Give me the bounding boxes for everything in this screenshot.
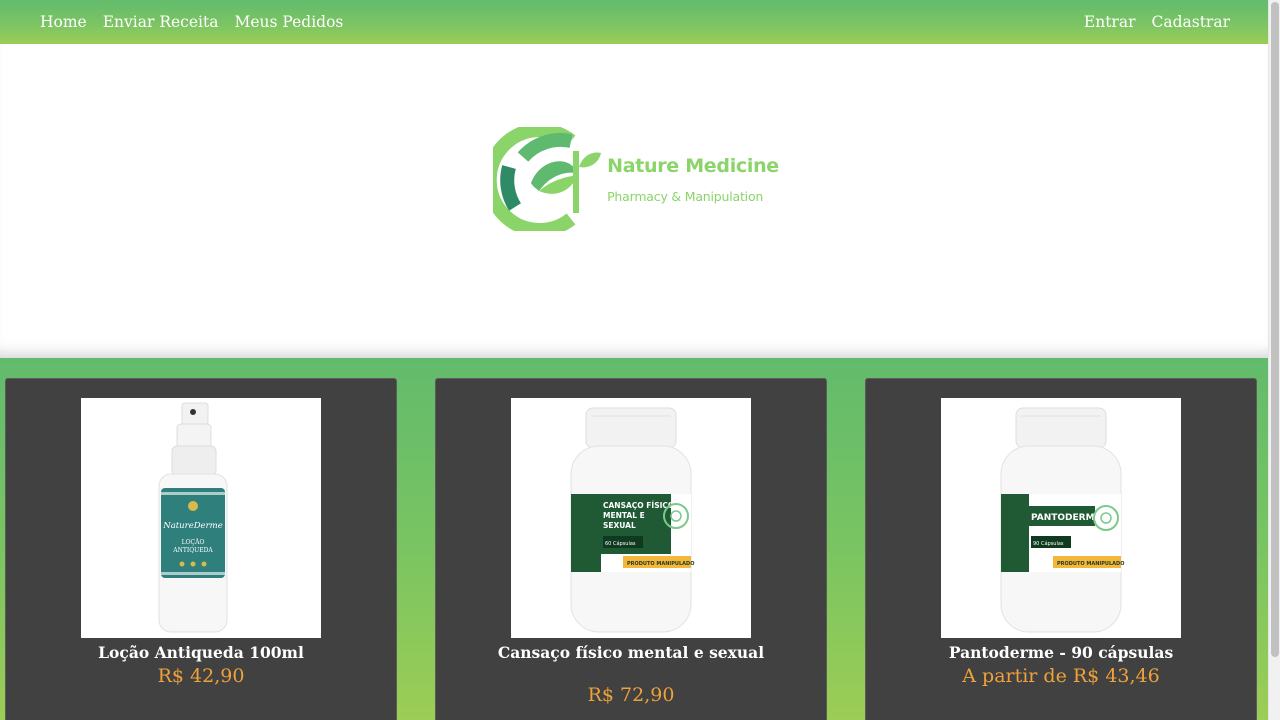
product-image[interactable]: NatureDerme LOÇÃO ANTIQUEDA <box>81 398 321 638</box>
brand-name: Nature Medicine <box>607 154 779 177</box>
product-price: A partir de R$ 43,46 <box>962 665 1160 687</box>
product-price: R$ 72,90 <box>587 684 675 706</box>
nav-left-group: Home Enviar Receita Meus Pedidos <box>32 13 351 31</box>
label-capsules: 90 Cápsulas <box>1033 540 1064 547</box>
brand-text: Nature Medicine Pharmacy & Manipulation <box>607 155 779 204</box>
nav-link-meus-pedidos[interactable]: Meus Pedidos <box>226 13 351 31</box>
product-name[interactable]: Pantoderme - 90 cápsulas <box>906 643 1216 662</box>
product-grid: NatureDerme LOÇÃO ANTIQUEDA Loção Antiqu… <box>0 358 1268 720</box>
nav-link-entrar[interactable]: Entrar <box>1076 13 1144 31</box>
product-image[interactable]: CANSAÇO FÍSICO MENTAL E SEXUAL 60 Cápsul… <box>511 398 751 638</box>
label-line-2: ANTIQUEDA <box>172 547 213 554</box>
label-line-1: CANSAÇO FÍSICO <box>603 501 674 510</box>
product-price: R$ 42,90 <box>157 665 245 687</box>
product-card[interactable]: PANTODERME 90 Cápsulas PRODUTO MANIPULAD… <box>865 378 1257 720</box>
capsule-jar-icon: CANSAÇO FÍSICO MENTAL E SEXUAL 60 Cápsul… <box>511 398 751 638</box>
product-name[interactable]: Cansaço físico mental e sexual <box>476 643 786 662</box>
brand-header: Nature Medicine Pharmacy & Manipulation <box>0 44 1268 358</box>
label-capsules: 60 Cápsulas <box>605 540 636 547</box>
product-image[interactable]: PANTODERME 90 Cápsulas PRODUTO MANIPULAD… <box>941 398 1181 638</box>
top-navbar: Home Enviar Receita Meus Pedidos Entrar … <box>0 0 1268 44</box>
label-brand: NatureDerme <box>162 521 223 531</box>
label-manipulated: PRODUTO MANIPULADO <box>1057 561 1124 567</box>
label-manipulated: PRODUTO MANIPULADO <box>627 561 694 567</box>
label-line-1: PANTODERME <box>1031 513 1101 523</box>
nav-link-enviar-receita[interactable]: Enviar Receita <box>95 13 227 31</box>
nav-link-home[interactable]: Home <box>32 13 95 31</box>
capsule-jar-icon: PANTODERME 90 Cápsulas PRODUTO MANIPULAD… <box>941 398 1181 638</box>
vertical-scrollbar[interactable] <box>1268 0 1280 720</box>
leaf-logo-icon <box>493 127 602 231</box>
label-line-1: LOÇÃO <box>182 538 205 546</box>
product-card[interactable]: CANSAÇO FÍSICO MENTAL E SEXUAL 60 Cápsul… <box>435 378 827 720</box>
brand-tagline: Pharmacy & Manipulation <box>607 188 764 204</box>
spray-bottle-icon: NatureDerme LOÇÃO ANTIQUEDA <box>81 398 321 638</box>
brand-logo[interactable]: Nature Medicine Pharmacy & Manipulation <box>493 127 779 231</box>
label-line-3: SEXUAL <box>603 521 636 530</box>
scrollbar-thumb[interactable] <box>1271 2 1279 657</box>
product-card[interactable]: NatureDerme LOÇÃO ANTIQUEDA Loção Antiqu… <box>5 378 397 720</box>
nav-link-cadastrar[interactable]: Cadastrar <box>1143 13 1238 31</box>
nav-right-group: Entrar Cadastrar <box>1076 13 1238 31</box>
product-name[interactable]: Loção Antiqueda 100ml <box>46 643 356 662</box>
label-line-2: MENTAL E <box>603 511 645 520</box>
